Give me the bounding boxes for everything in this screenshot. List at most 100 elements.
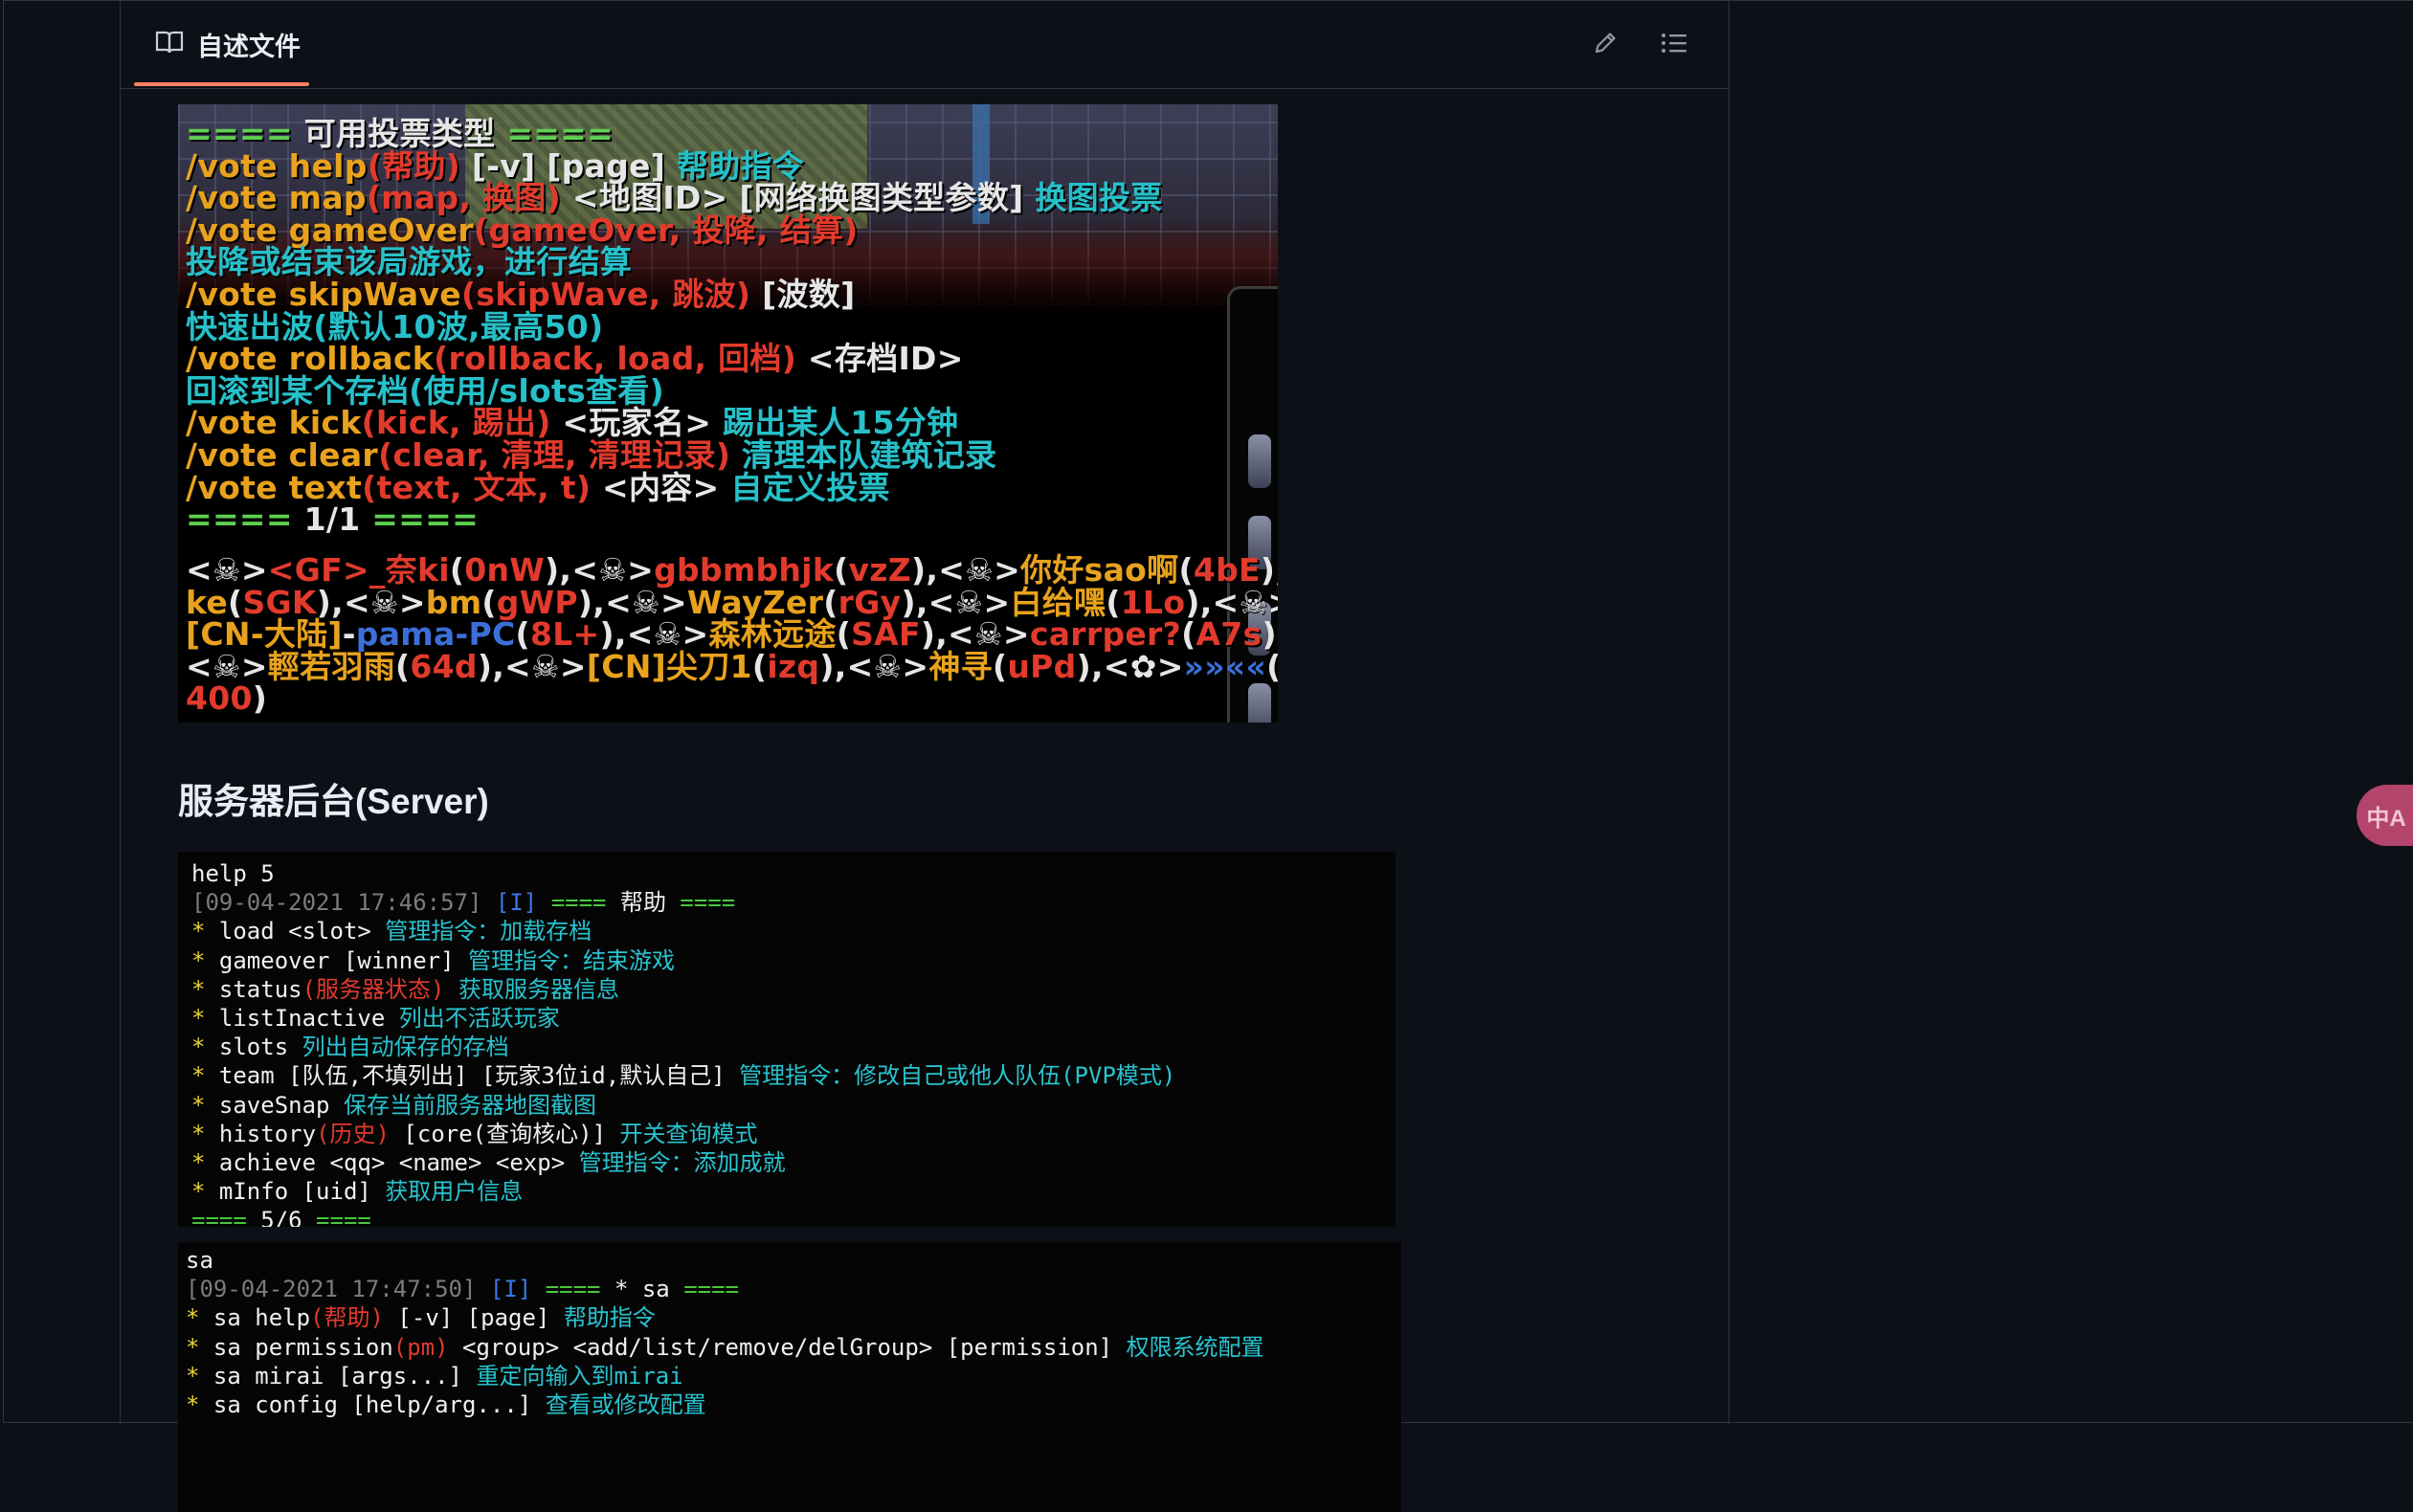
console-line-segment: sa config [help/arg...] <box>212 1391 546 1419</box>
game-player-line-segment: ( <box>395 647 411 685</box>
game-player-line: <☠><GF>_奈ki(0nW),<☠>gbbmbhjk(vzZ),<☠>你好s… <box>186 554 1278 587</box>
console-line: * history(历史) [core(查询核心)] 开关查询模式 <box>191 1120 1175 1148</box>
tab-label: 自述文件 <box>197 32 301 61</box>
game-chat-line: /vote text(text, 文本, t) <内容> 自定义投票 <box>186 468 1229 506</box>
game-chat-line-segment: [波数] <box>750 275 856 313</box>
server-console-help-image: help 5 [09-04-2021 17:46:57] [I] ==== 帮助 … <box>178 852 1396 1227</box>
console-line-segment: * <box>191 946 219 974</box>
console-line-segment: mInfo [uid] <box>218 1178 386 1206</box>
console-line-segment: team [队伍,不填列出] [玩家3位id,默认自己] <box>218 1062 740 1090</box>
console-line-segment: 重定向输入到mirai <box>476 1362 683 1390</box>
player-avatar-icon <box>1248 434 1271 488</box>
game-chat-line-segment: <内容> <box>591 468 731 506</box>
console-line-segment: * <box>186 1304 213 1332</box>
console-line-segment: 管理指令：修改自己或他人队伍(PVP模式) <box>739 1062 1176 1090</box>
console-line: * load <slot> 管理指令：加载存档 <box>191 917 1175 945</box>
console-line: sa <box>186 1246 1264 1275</box>
pencil-icon <box>1592 30 1619 61</box>
console-line-segment: * <box>191 1149 219 1177</box>
game-chat-line: /vote gameOver(gameOver, 投降, 结算) <box>186 213 1229 247</box>
tab-readme[interactable]: 自述文件 <box>147 0 308 88</box>
console-line: * gameover [winner] 管理指令：结束游戏 <box>191 946 1175 975</box>
console-line-segment: ==== <box>665 889 736 917</box>
console-line: * sa help(帮助) [-v] [page] 帮助指令 <box>186 1303 1264 1332</box>
game-chat-line-segment: 换图投票 <box>1035 179 1163 217</box>
console-line-segment: sa help <box>212 1304 311 1332</box>
game-player-line-segment: »»«« <box>1183 647 1267 685</box>
console-line-segment: sa mirai [args...] <box>212 1362 477 1390</box>
game-chat-line-segment: ==== <box>360 500 480 539</box>
console-line: * slots 列出自动保存的存档 <box>191 1033 1175 1061</box>
section-heading-server: 服务器后台(Server) <box>178 782 489 821</box>
console-line-segment: listInactive <box>218 1005 399 1033</box>
console-line-segment: [09-04-2021 17:46:57] <box>191 889 496 917</box>
console-line-segment: 开关查询模式 <box>619 1120 758 1147</box>
game-player-line-segment: 神寻 <box>928 647 993 685</box>
console-line-segment: * <box>186 1333 213 1361</box>
console-line: * listInactive 列出不活跃玩家 <box>191 1004 1175 1033</box>
game-chat-line: ==== 可用投票类型 ==== <box>186 118 1229 150</box>
server-console-sa-image: sa [09-04-2021 17:47:50] [I] ==== * sa ==… <box>178 1242 1401 1512</box>
console-line-segment: ==== <box>302 1207 371 1227</box>
tab-active-indicator <box>134 82 309 86</box>
console-line-segment: 帮助 <box>619 889 666 917</box>
console-line-segment: 管理指令：加载存档 <box>385 918 592 945</box>
console-line-segment: * <box>191 1120 219 1147</box>
console-line-segment: 权限系统配置 <box>1126 1333 1264 1361</box>
edit-button[interactable] <box>1587 27 1623 63</box>
console-line-segment: 帮助指令 <box>563 1304 656 1332</box>
game-chat-line: /vote skipWave(skipWave, 跳波) [波数] <box>186 278 1229 311</box>
console-line-segment: [-v] [page] <box>383 1304 564 1332</box>
game-player-line-segment: ) <box>252 679 268 718</box>
game-chat-line: /vote map(map, 换图) <地图ID> [网络换图类型参数] 换图投… <box>186 182 1229 214</box>
game-player-line: <☠>輕若羽雨(64d),<☠>[CN]尖刀1(izq),<☠>神寻(uPd),… <box>186 647 1278 685</box>
player-list-text: <☠><GF>_奈ki(0nW),<☠>gbbmbhjk(vzZ),<☠>你好s… <box>186 554 1278 718</box>
console-line-segment: status <box>218 975 302 1003</box>
console-line-segment: saveSnap <box>218 1091 344 1119</box>
console-line-segment: history <box>218 1120 317 1147</box>
console-line-segment: 获取用户信息 <box>385 1178 524 1206</box>
console-line-segment: (pm) <box>392 1333 449 1361</box>
console-line: * sa permission(pm) <group> <add/list/re… <box>186 1333 1264 1362</box>
console-line-segment: * <box>186 1362 213 1390</box>
console-line-segment: * <box>191 918 219 945</box>
translate-button[interactable]: 中A <box>2357 785 2413 846</box>
readme-header: 自述文件 <box>121 0 1729 89</box>
console-line: * sa mirai [args...] 重定向输入到mirai <box>186 1362 1264 1390</box>
console-line-segment: (服务器状态) <box>302 975 458 1003</box>
console-line: * team [队伍,不填列出] [玩家3位id,默认自己] 管理指令：修改自己… <box>191 1061 1175 1090</box>
console-line-segment: [core(查询核心)] <box>403 1120 620 1147</box>
console-line-segment: slots <box>218 1034 302 1061</box>
console-line-segment: ==== <box>669 1276 739 1303</box>
console-line-segment: * <box>191 1034 219 1061</box>
outline-button[interactable] <box>1656 27 1692 63</box>
readme-panel: 自述文件 ==== 可用投票类型 ==== /vote help(帮助) [-v… <box>120 0 1730 1512</box>
game-chat-line: ==== 1/1 ==== <box>186 503 1229 536</box>
game-chat-line: 回滚到某个存档(使用/slots查看) <box>186 374 1229 408</box>
game-player-line-segment: ),<☠> <box>477 647 587 685</box>
console-line-segment: ==== <box>537 889 620 917</box>
console-line: ==== 5/6 ==== <box>191 1206 1175 1227</box>
console-line-segment: 保存当前服务器地图截图 <box>343 1091 596 1119</box>
console-output: help 5 [09-04-2021 17:46:57] [I] ==== 帮助 … <box>191 859 1175 1227</box>
console-line-segment: sa <box>186 1247 213 1274</box>
game-player-line-segment: ( <box>751 647 768 685</box>
console-line: [09-04-2021 17:47:50] [I] ==== * sa ==== <box>186 1275 1264 1303</box>
console-line-segment: ==== <box>191 1207 261 1227</box>
console-line-segment: * <box>191 975 219 1003</box>
game-player-line-segment: ),<✿> <box>1076 647 1184 685</box>
console-line-segment: gameover [winner] <box>218 946 468 974</box>
console-line-segment: * <box>191 1178 219 1206</box>
console-line: * mInfo [uid] 获取用户信息 <box>191 1177 1175 1206</box>
console-line-segment: * <box>186 1391 213 1419</box>
vote-help-text: ==== 可用投票类型 ==== /vote help(帮助) [-v] [pa… <box>186 118 1229 536</box>
console-line-segment: 列出不活跃玩家 <box>398 1005 560 1033</box>
player-avatar-icon <box>1248 683 1271 723</box>
console-output: sa [09-04-2021 17:47:50] [I] ==== * sa ==… <box>186 1246 1264 1419</box>
console-line-segment: [I] <box>495 889 538 917</box>
game-player-line-segment: uPd <box>1007 647 1077 685</box>
console-line-segment: (历史) <box>316 1120 404 1147</box>
console-line: [09-04-2021 17:46:57] [I] ==== 帮助 ==== <box>191 888 1175 917</box>
game-chat-line-segment: ==== <box>186 500 304 539</box>
console-line: * status(服务器状态) 获取服务器信息 <box>191 975 1175 1004</box>
